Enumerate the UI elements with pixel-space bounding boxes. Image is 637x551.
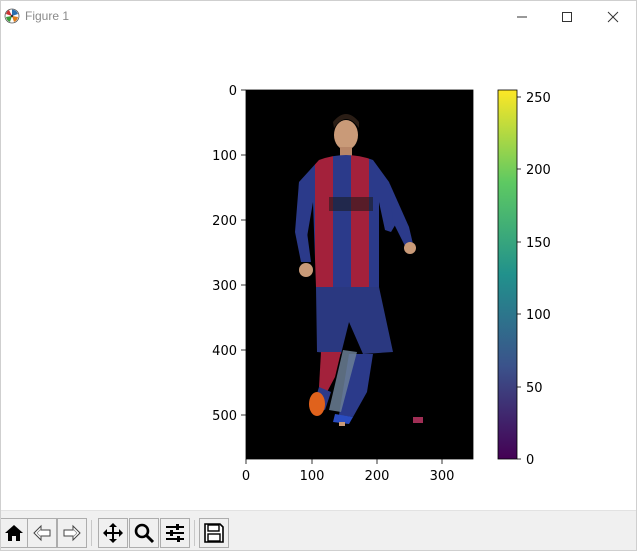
colorbar-gradient [498, 90, 517, 459]
move-icon [103, 523, 123, 543]
matplotlib-logo-icon [4, 8, 20, 24]
sliders-icon [166, 524, 184, 542]
maximize-icon [562, 11, 572, 22]
y-tick-label: 200 [212, 214, 237, 229]
y-tick-label: 0 [229, 84, 237, 99]
pan-button[interactable] [98, 518, 128, 548]
y-tick-label: 400 [212, 344, 237, 359]
colorbar-tick-label: 200 [526, 163, 551, 178]
window-title: Figure 1 [25, 9, 70, 23]
home-button[interactable] [1, 518, 29, 548]
colorbar-tick-label: 150 [526, 236, 551, 251]
colorbar-tick-label: 100 [526, 308, 551, 323]
y-tick-label: 300 [212, 279, 237, 294]
toolbar-separator [91, 520, 92, 546]
x-tick-label: 200 [365, 469, 390, 484]
forward-arrow-icon [63, 524, 81, 542]
back-arrow-icon [33, 524, 51, 542]
navigation-toolbar [1, 510, 636, 550]
minimize-button[interactable] [499, 1, 545, 32]
save-button[interactable] [199, 518, 229, 548]
home-icon [5, 525, 23, 541]
y-tick-label: 100 [212, 149, 237, 164]
y-axis: 0 100 200 300 400 500 [212, 84, 246, 424]
back-button[interactable] [27, 518, 57, 548]
figure-window: Figure 1 0 100 200 300 0 100 200 300 400… [0, 0, 637, 551]
image-axes [245, 89, 474, 460]
close-icon [607, 11, 619, 22]
zoom-button[interactable] [129, 518, 159, 548]
toolbar-separator [194, 520, 195, 546]
maximize-button[interactable] [544, 1, 590, 32]
close-button[interactable] [590, 1, 636, 32]
x-axis: 0 100 200 300 [242, 459, 455, 484]
colorbar-tick-label: 50 [526, 381, 543, 396]
minimize-icon [517, 16, 527, 17]
zoom-icon [134, 523, 155, 544]
figure-plot: 0 100 200 300 0 100 200 300 400 500 0 50… [212, 84, 551, 484]
x-tick-label: 100 [300, 469, 325, 484]
x-tick-label: 0 [242, 469, 250, 484]
colorbar-tick-label: 0 [526, 453, 534, 468]
forward-button[interactable] [57, 518, 87, 548]
colorbar-tick-label: 250 [526, 91, 551, 106]
subplots-button[interactable] [160, 518, 190, 548]
y-tick-label: 500 [212, 409, 237, 424]
x-tick-label: 300 [430, 469, 455, 484]
colorbar: 0 50 100 150 200 250 [497, 89, 551, 468]
figure-canvas[interactable]: 0 100 200 300 0 100 200 300 400 500 0 50… [1, 32, 636, 510]
save-icon [204, 523, 224, 543]
title-bar: Figure 1 [1, 1, 636, 32]
